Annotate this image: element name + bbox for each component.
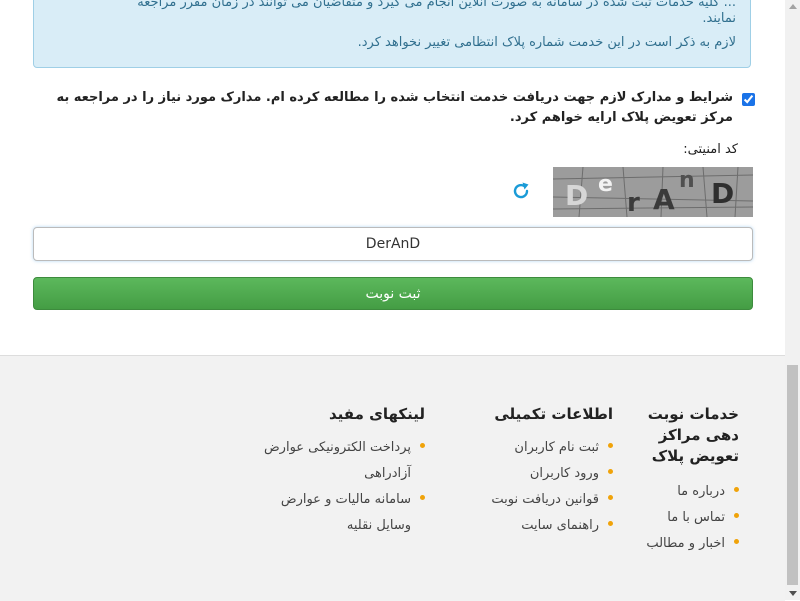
svg-text:n: n (679, 168, 695, 193)
footer-link-guide[interactable]: راهنمای سایت (453, 513, 613, 539)
captcha-image: D e r A n D (553, 167, 753, 217)
footer-services-title-line: خدمات نوبت (647, 405, 739, 423)
captcha-label: کد امنیتی: (683, 142, 738, 157)
svg-text:r: r (627, 188, 640, 217)
captcha-input[interactable] (33, 227, 753, 261)
footer-services-title: خدمات نوبت دهی مراکز تعویض پلاک (639, 404, 739, 467)
footer-link-tax-system[interactable]: سامانه مالیات و عوارض (225, 487, 425, 513)
footer-link-toll-payment[interactable]: پرداخت الکترونیکی عوارض (225, 435, 425, 461)
terms-agreement[interactable]: شرایط و مدارک لازم جهت دریافت خدمت انتخا… (50, 88, 755, 128)
footer-link-news[interactable]: اخبار و مطالب (639, 531, 739, 557)
vertical-scrollbar[interactable] (785, 0, 800, 600)
svg-text:A: A (653, 183, 675, 216)
footer-link-tax-system-cont[interactable]: وسایل نقلیه (225, 513, 425, 539)
info-line-3: لازم به ذکر است در این خدمت شماره پلاک ا… (357, 35, 736, 50)
footer-column-useful-links: لینکهای مفید پرداخت الکترونیکی عوارض آزا… (225, 404, 425, 539)
footer-link-register[interactable]: ثبت نام کاربران (453, 435, 613, 461)
footer-link-toll-payment-cont[interactable]: آزادراهی (225, 461, 425, 487)
scroll-down-icon[interactable] (789, 591, 797, 596)
submit-appointment-button[interactable]: ثبت نوبت (33, 277, 753, 310)
footer-services-title-line: تعویض پلاک (651, 447, 739, 465)
svg-text:D: D (711, 177, 734, 210)
info-line-1: ... کلیه خدمات ثبت شده در سامانه به صورت… (137, 0, 736, 10)
scroll-thumb[interactable] (787, 365, 798, 585)
refresh-captcha-icon[interactable] (510, 180, 532, 202)
svg-text:e: e (598, 172, 613, 197)
terms-text: شرایط و مدارک لازم جهت دریافت خدمت انتخا… (56, 90, 733, 125)
svg-text:D: D (565, 179, 588, 212)
footer-link-login[interactable]: ورود کاربران (453, 461, 613, 487)
info-alert: ... کلیه خدمات ثبت شده در سامانه به صورت… (33, 0, 751, 68)
footer-info-title: اطلاعات تکمیلی (494, 405, 613, 423)
scroll-up-icon[interactable] (789, 4, 797, 9)
terms-checkbox[interactable] (742, 93, 755, 106)
footer-useful-title: لینکهای مفید (329, 405, 425, 423)
main-content: ... کلیه خدمات ثبت شده در سامانه به صورت… (0, 0, 785, 355)
footer-link-about[interactable]: درباره ما (639, 479, 739, 505)
footer-services-title-line: دهی مراکز (658, 426, 739, 444)
footer: خدمات نوبت دهی مراکز تعویض پلاک درباره م… (0, 355, 785, 601)
footer-column-info: اطلاعات تکمیلی ثبت نام کاربران ورود کارب… (453, 404, 613, 539)
footer-column-services: خدمات نوبت دهی مراکز تعویض پلاک درباره م… (639, 404, 739, 557)
footer-link-contact[interactable]: تماس با ما (639, 505, 739, 531)
footer-link-rules[interactable]: قوانین دریافت نوبت (453, 487, 613, 513)
